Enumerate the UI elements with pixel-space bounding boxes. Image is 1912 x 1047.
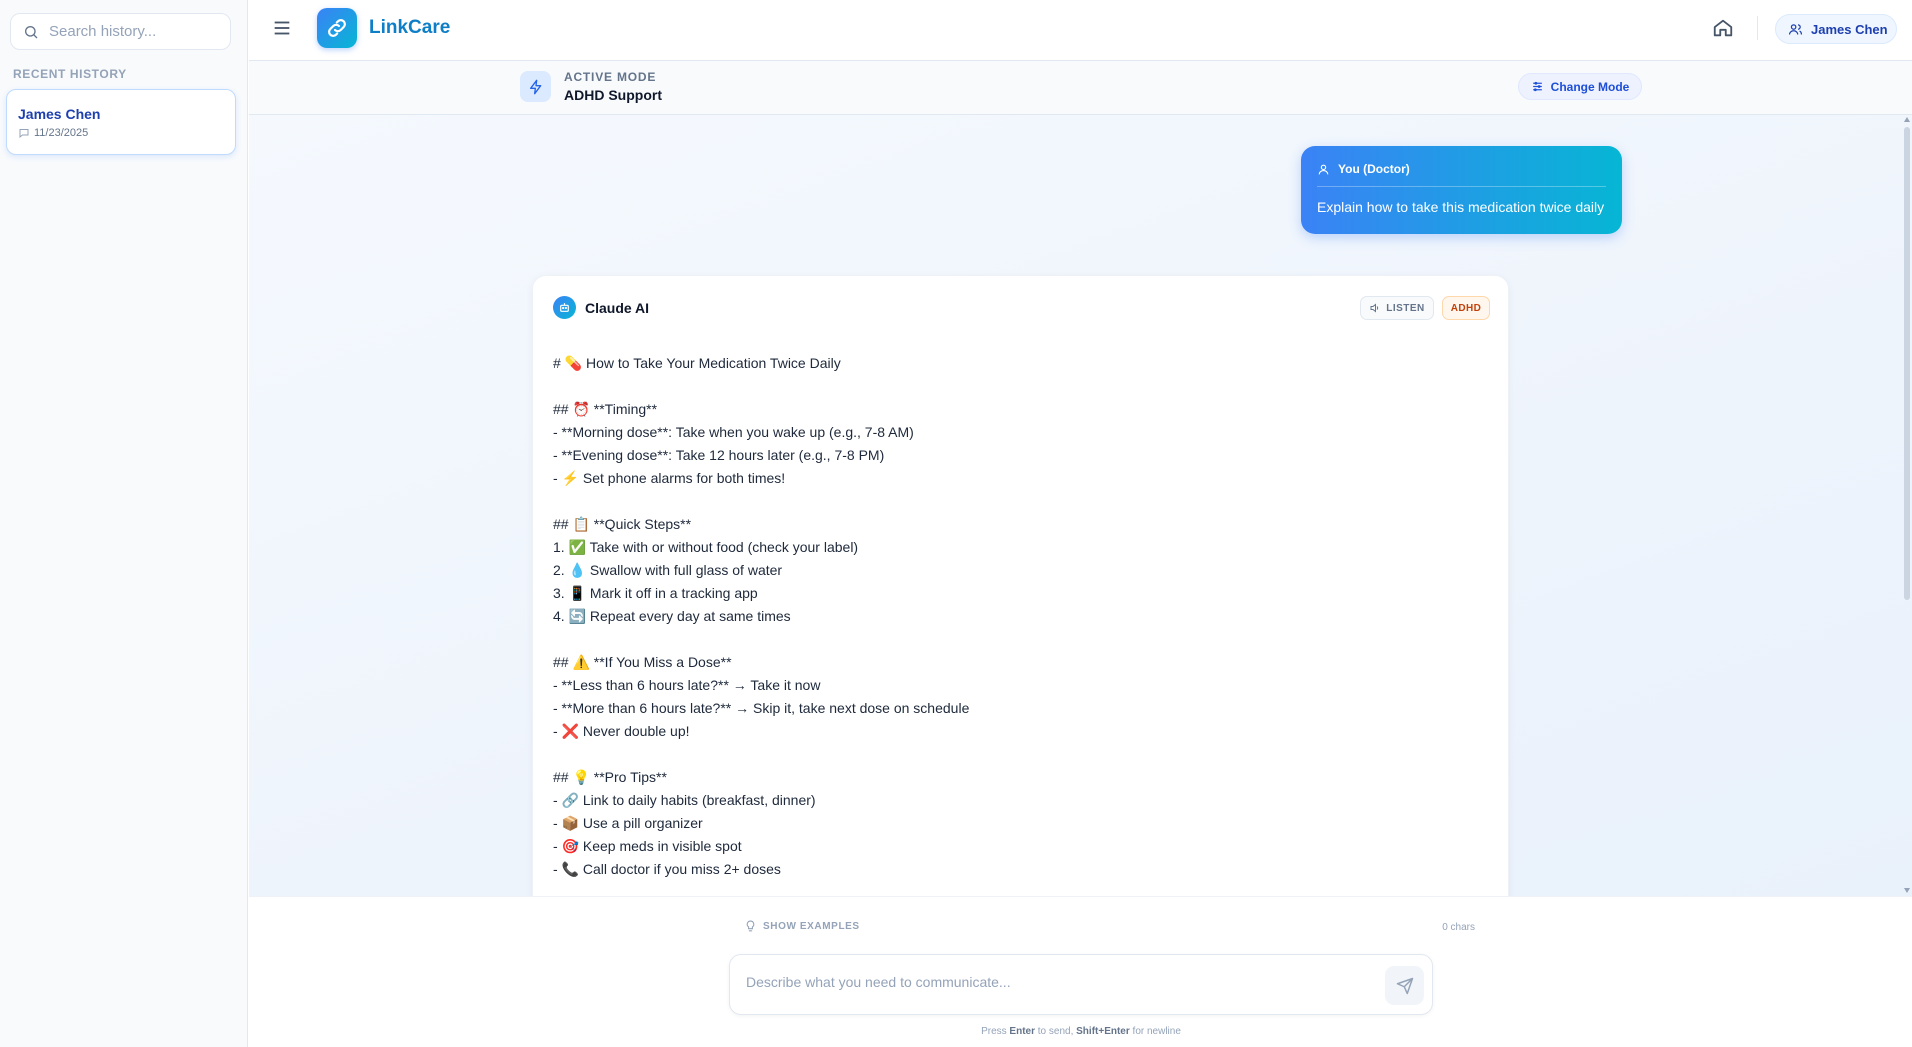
- message-line: ## ⚠️ **If You Miss a Dose**: [553, 654, 732, 670]
- message-line: - **Less than 6 hours late?** → Take it …: [553, 677, 821, 693]
- bot-icon: [560, 303, 569, 312]
- message-line: - ❌ Never double up!: [553, 723, 690, 739]
- message-line: 2. 💧 Swallow with full glass of water: [553, 562, 783, 578]
- recent-history-label: RECENT HISTORY: [13, 67, 127, 81]
- search-box[interactable]: [10, 13, 231, 50]
- link-icon: [328, 19, 346, 37]
- mode-bar: ACTIVE MODE ADHD Support Change Mode: [249, 61, 1912, 115]
- message-line: - 🔗 Link to daily habits (breakfast, din…: [553, 792, 816, 808]
- message-line: ## 📋 **Quick Steps**: [553, 516, 692, 532]
- mode-badge: [520, 71, 551, 102]
- logo: [317, 8, 357, 48]
- history-item-date: 11/23/2025: [34, 127, 89, 139]
- active-mode-label: ACTIVE MODE: [564, 70, 657, 84]
- message-input[interactable]: [746, 974, 1366, 998]
- listen-button[interactable]: LISTEN: [1360, 296, 1434, 320]
- topbar: LinkCare James Chen: [249, 0, 1912, 61]
- brand-name: LinkCare: [369, 17, 451, 38]
- sidebar: RECENT HISTORY James Chen 11/23/2025: [0, 0, 248, 1047]
- chat-scrollbar[interactable]: [1902, 115, 1912, 896]
- message-line: ## 💡 **Pro Tips**: [553, 769, 667, 785]
- change-mode-label: Change Mode: [1550, 79, 1630, 94]
- change-mode-button[interactable]: Change Mode: [1518, 73, 1642, 100]
- scroll-up-arrow[interactable]: [1904, 117, 1910, 122]
- mode-tag: ADHD: [1442, 296, 1490, 320]
- doctor-message-text: Explain how to take this medication twic…: [1317, 199, 1605, 215]
- hint-text: Press: [981, 1026, 1007, 1037]
- hint-text: for newline: [1132, 1026, 1181, 1037]
- doctor-message: You (Doctor) Explain how to take this me…: [1301, 146, 1622, 234]
- message-line: [553, 375, 1483, 398]
- listen-label: LISTEN: [1386, 302, 1425, 314]
- show-examples-label: SHOW EXAMPLES: [763, 921, 860, 932]
- message-box: [729, 954, 1433, 1015]
- message-line: 4. 🔄 Repeat every day at same times: [553, 608, 791, 624]
- menu-icon[interactable]: [271, 17, 293, 39]
- chat-area: You (Doctor) Explain how to take this me…: [249, 115, 1912, 896]
- message-line: ## ⏰ **Timing**: [553, 401, 658, 417]
- message-line: 3. 📱 Mark it off in a tracking app: [553, 585, 758, 601]
- ai-message-body: # 💊 How to Take Your Medication Twice Da…: [553, 352, 1483, 881]
- user-button[interactable]: James Chen: [1775, 14, 1897, 44]
- ai-sender: Claude AI: [585, 300, 650, 316]
- send-button[interactable]: [1385, 966, 1424, 1005]
- lightbulb-icon: [746, 920, 755, 932]
- sliders-icon: [1532, 81, 1542, 92]
- send-icon: [1396, 977, 1413, 994]
- doctor-sender: You (Doctor): [1338, 162, 1410, 176]
- scroll-thumb[interactable]: [1904, 127, 1910, 600]
- composer: SHOW EXAMPLES 0 chars Press Enter to sen…: [249, 896, 1912, 1047]
- message-line: 1. ✅ Take with or without food (check yo…: [553, 539, 859, 555]
- message-line: - ⚡ Set phone alarms for both times!: [553, 470, 786, 486]
- message-line: - **Morning dose**: Take when you wake u…: [553, 424, 914, 440]
- message-line: [553, 743, 1483, 766]
- message-line: - 📞 Call doctor if you miss 2+ doses: [553, 861, 781, 877]
- divider: [1757, 16, 1758, 40]
- message-line: # 💊 How to Take Your Medication Twice Da…: [553, 355, 841, 371]
- message-line: - 🎯 Keep meds in visible spot: [553, 838, 742, 854]
- message-line: - **More than 6 hours late?** → Skip it,…: [553, 700, 970, 716]
- bolt-icon: [529, 79, 541, 94]
- active-mode-value: ADHD Support: [564, 87, 662, 103]
- message-line: - **Evening dose**: Take 12 hours later …: [553, 447, 885, 463]
- user-name: James Chen: [1811, 21, 1888, 37]
- search-icon: [25, 25, 38, 38]
- hint-text: to send,: [1037, 1026, 1074, 1037]
- search-input[interactable]: [49, 23, 219, 40]
- hint-key: Shift+Enter: [1076, 1026, 1130, 1037]
- ai-avatar: [553, 296, 576, 319]
- history-item[interactable]: James Chen 11/23/2025: [6, 89, 236, 155]
- ai-message: Claude AI LISTEN ADHD # 💊 How to Take Yo…: [532, 275, 1509, 896]
- volume-icon: [1370, 303, 1379, 313]
- show-examples-button[interactable]: SHOW EXAMPLES: [745, 920, 860, 933]
- message-line: - 📦 Use a pill organizer: [553, 815, 703, 831]
- scroll-down-arrow[interactable]: [1904, 888, 1910, 893]
- keyboard-hint: Press Enter to send, Shift+Enter for new…: [729, 1026, 1433, 1037]
- hint-key: Enter: [1009, 1026, 1035, 1037]
- history-item-meta: 11/23/2025: [18, 127, 224, 139]
- message-line: [553, 628, 1483, 651]
- history-item-name: James Chen: [18, 106, 101, 122]
- message-icon: [19, 129, 29, 139]
- user-icon: [1318, 164, 1329, 174]
- doctor-message-header: You (Doctor): [1317, 162, 1606, 187]
- home-icon[interactable]: [1712, 17, 1734, 39]
- users-icon: [1788, 23, 1803, 35]
- message-line: [553, 490, 1483, 513]
- char-count: 0 chars: [1442, 922, 1475, 933]
